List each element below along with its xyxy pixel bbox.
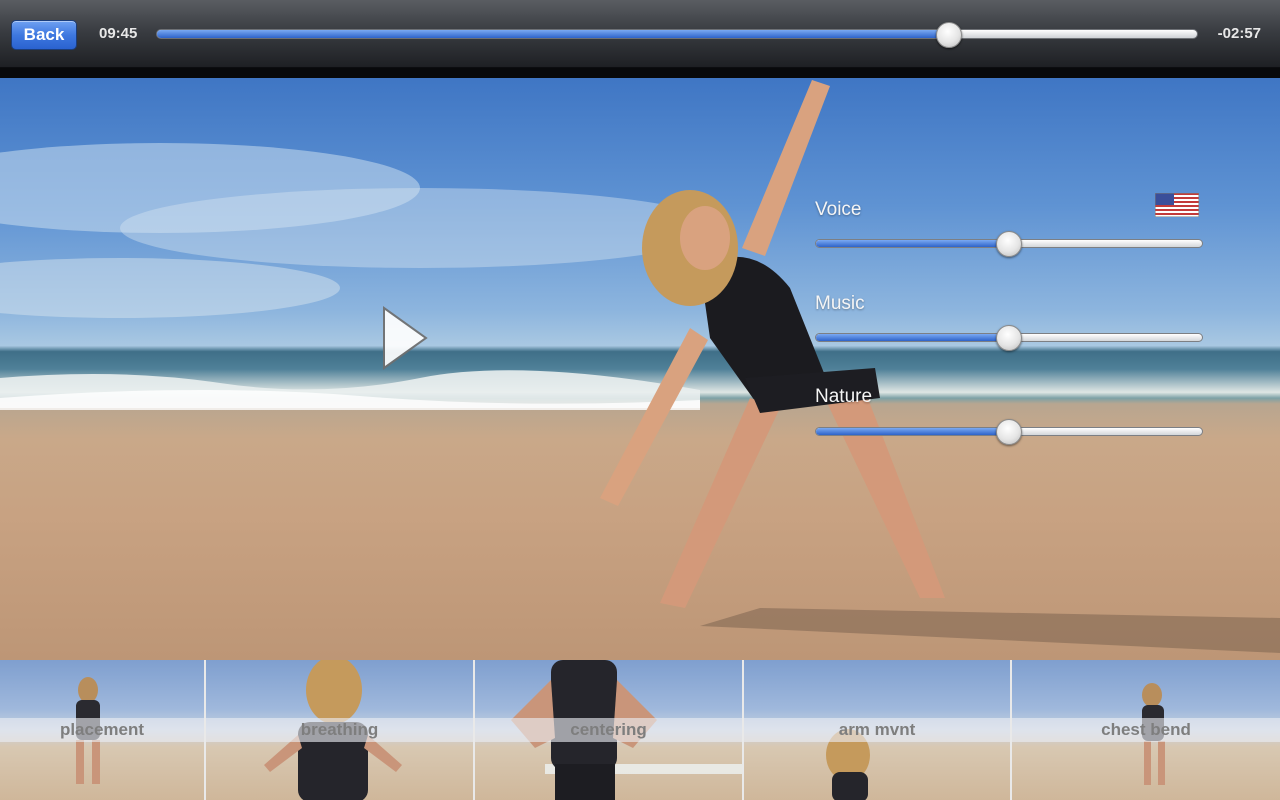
- voice-slider-thumb[interactable]: [996, 231, 1022, 257]
- video-frame: [0, 80, 1280, 653]
- music-volume-slider[interactable]: [815, 325, 1203, 351]
- playback-progress-fill: [157, 30, 950, 38]
- playback-scrubber-thumb[interactable]: [936, 22, 963, 48]
- chapter-thumbnail-breathing[interactable]: breathing: [206, 660, 475, 800]
- chapter-label: arm mvnt: [744, 718, 1010, 742]
- nature-volume-slider[interactable]: [815, 419, 1203, 445]
- music-slider-fill: [816, 334, 1009, 341]
- chapter-strip: placement breathing centering arm mvnt c…: [0, 660, 1280, 800]
- chapter-label: breathing: [206, 718, 473, 742]
- chapter-thumbnail-centering[interactable]: centering: [475, 660, 744, 800]
- voice-volume-slider[interactable]: [815, 231, 1203, 257]
- elapsed-time: 09:45: [99, 25, 138, 42]
- chapter-label: placement: [0, 718, 204, 742]
- music-slider-thumb[interactable]: [996, 325, 1022, 351]
- back-button[interactable]: Back: [11, 20, 77, 50]
- chapter-thumbnail-arm-mvnt[interactable]: arm mvnt: [744, 660, 1012, 800]
- nature-slider-thumb[interactable]: [996, 419, 1022, 445]
- remaining-time: -02:57: [1217, 25, 1261, 42]
- chapter-thumbnail-placement[interactable]: placement: [0, 660, 206, 800]
- playback-scrubber[interactable]: [156, 22, 1198, 48]
- nature-label: Nature: [815, 386, 873, 407]
- play-icon[interactable]: [382, 306, 428, 370]
- voice-label: Voice: [815, 199, 862, 220]
- chapter-label: chest bend: [1012, 718, 1280, 742]
- video-player[interactable]: Voice Music Nature: [0, 78, 1280, 660]
- top-toolbar: Back 09:45 -02:57: [0, 0, 1280, 68]
- nature-slider-fill: [816, 428, 1009, 435]
- us-flag-icon[interactable]: [1155, 193, 1199, 217]
- toolbar-divider: [0, 68, 1280, 78]
- chapter-thumbnail-chest-bend[interactable]: chest bend: [1012, 660, 1280, 800]
- music-label: Music: [815, 293, 865, 314]
- voice-slider-fill: [816, 240, 1009, 247]
- chapter-label: centering: [475, 718, 742, 742]
